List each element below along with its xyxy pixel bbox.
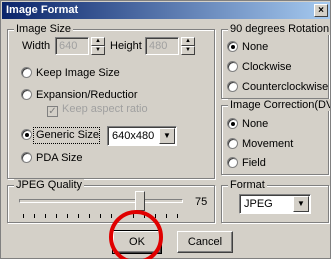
radio-icon — [21, 129, 32, 140]
width-label: Width — [22, 40, 51, 52]
width-field[interactable]: 640 — [55, 37, 89, 55]
jpeg-quality-slider-thumb[interactable] — [134, 191, 145, 211]
width-spinner[interactable]: ▲ ▼ — [91, 37, 105, 55]
radio-correction-none[interactable]: None — [227, 118, 268, 131]
radio-keep-image-size[interactable]: Keep Image Size — [21, 67, 120, 80]
radio-label: None — [242, 118, 269, 130]
radio-label: PDA Size — [36, 152, 83, 164]
spin-up-icon[interactable]: ▲ — [91, 37, 105, 46]
jpeg-quality-ticks — [23, 214, 179, 218]
radio-label: Counterclockwise — [242, 81, 329, 93]
jpeg-quality-value: 75 — [195, 196, 208, 208]
radio-label: Movement — [242, 138, 294, 150]
height-field[interactable]: 480 — [145, 37, 179, 55]
jpeg-quality-track[interactable] — [19, 199, 183, 203]
radio-icon — [227, 41, 238, 52]
dropdown-arrow-icon[interactable]: ▼ — [293, 196, 309, 212]
generic-size-select[interactable]: 640x480 ▼ — [107, 126, 177, 146]
radio-expansion-reduction[interactable]: Expansion/Reductior — [21, 89, 138, 102]
radio-pda-size[interactable]: PDA Size — [21, 152, 82, 165]
keep-aspect-checkbox[interactable]: ✓ Keep aspect ratio — [47, 103, 148, 117]
close-icon[interactable]: × — [314, 4, 328, 17]
spin-down-icon[interactable]: ▼ — [91, 46, 105, 55]
radio-icon — [227, 81, 238, 92]
radio-icon — [21, 89, 32, 100]
radio-rotation-none[interactable]: None — [227, 41, 268, 54]
radio-label: Expansion/Reductior — [36, 89, 138, 101]
checkbox-check-icon: ✓ — [47, 106, 58, 117]
radio-icon — [21, 67, 32, 78]
checkbox-label: Keep aspect ratio — [62, 103, 148, 115]
spin-up-icon[interactable]: ▲ — [181, 37, 195, 46]
correction-legend: Image Correction(DV) — [228, 99, 330, 111]
radio-icon — [21, 152, 32, 163]
radio-rotation-clockwise[interactable]: Clockwise — [227, 61, 292, 74]
radio-label: None — [242, 41, 269, 53]
image-format-dialog: Image Format × Image Size Width 640 ▲ ▼ … — [0, 0, 331, 259]
radio-correction-field[interactable]: Field — [227, 157, 266, 170]
radio-icon — [227, 157, 238, 168]
format-value: JPEG — [244, 198, 273, 210]
generic-size-value: 640x480 — [112, 130, 155, 142]
format-select[interactable]: JPEG ▼ — [239, 194, 311, 214]
height-spinner[interactable]: ▲ ▼ — [181, 37, 195, 55]
jpeg-quality-legend: JPEG Quality — [14, 179, 85, 191]
radio-icon — [227, 61, 238, 72]
ok-button[interactable]: OK — [112, 230, 162, 254]
radio-label: Field — [242, 157, 266, 169]
focus-rect — [33, 127, 100, 144]
height-label: Height — [110, 40, 142, 52]
radio-icon — [227, 138, 238, 149]
title-bar[interactable]: Image Format × — [2, 2, 330, 19]
window-title: Image Format — [6, 4, 79, 16]
radio-label: Clockwise — [242, 61, 292, 73]
radio-rotation-counterclockwise[interactable]: Counterclockwise — [227, 81, 328, 94]
radio-label: Keep Image Size — [36, 67, 120, 79]
radio-icon — [227, 118, 238, 129]
rotation-legend: 90 degrees Rotation — [228, 23, 330, 35]
radio-correction-movement[interactable]: Movement — [227, 138, 293, 151]
format-legend: Format — [228, 179, 267, 191]
cancel-button[interactable]: Cancel — [177, 231, 233, 253]
dropdown-arrow-icon[interactable]: ▼ — [159, 128, 175, 144]
spin-down-icon[interactable]: ▼ — [181, 46, 195, 55]
image-size-legend: Image Size — [14, 23, 74, 35]
